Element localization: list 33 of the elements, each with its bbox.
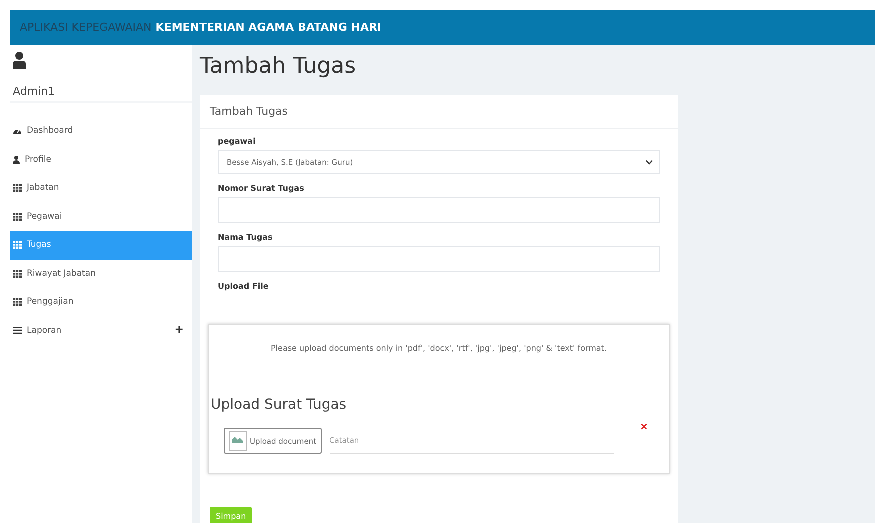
user-icon	[13, 156, 20, 164]
table-icon	[13, 212, 22, 221]
card-title: Tambah Tugas	[210, 105, 288, 118]
table-icon	[13, 298, 22, 306]
upload-notice: Please upload documents only in 'pdf', 'docx', 'rtf', 'jpg', 'jpeg', 'png' & 'text' format.	[270, 344, 608, 353]
input-field[interactable]	[218, 246, 660, 272]
user-icon	[13, 52, 26, 69]
office-name: KEMENTERIAN AGAMA BATANG HARI	[156, 21, 382, 34]
sidebar-item[interactable]: Jabatan	[10, 174, 192, 202]
sidebar-item[interactable]: Dashboard	[10, 117, 192, 146]
dashboard-icon	[13, 127, 22, 136]
field-label: Upload File	[218, 282, 270, 291]
menu-icon	[13, 327, 22, 334]
table-icon	[13, 241, 22, 250]
page-title: Tambah Tugas	[200, 54, 358, 81]
input-field[interactable]	[218, 197, 660, 223]
field-label: Nama Tugas	[218, 233, 274, 242]
sidebar-item[interactable]: Laporan +	[10, 316, 192, 345]
sidebar-item[interactable]: Riwayat Jabatan	[10, 260, 192, 288]
table-icon	[13, 270, 22, 278]
sidebar-item[interactable]: Penggajian	[10, 288, 192, 316]
broken-image-icon	[229, 431, 247, 451]
user-name: Admin1	[13, 85, 56, 98]
remove-icon[interactable]: ×	[640, 423, 648, 433]
upload-heading: Upload Surat Tugas	[211, 397, 347, 413]
sidebar-item[interactable]: Profile	[10, 146, 192, 174]
app-name: APLIKASI KEPEGAWAIAN	[20, 21, 152, 34]
field-label: Nomor Surat Tugas	[218, 184, 306, 193]
field-label: pegawai	[218, 137, 257, 146]
chevron-down-icon	[646, 160, 653, 164]
table-icon	[13, 184, 22, 192]
sidebar-item[interactable]: Pegawai	[10, 202, 192, 231]
expand-toggle[interactable]: +	[174, 322, 184, 336]
